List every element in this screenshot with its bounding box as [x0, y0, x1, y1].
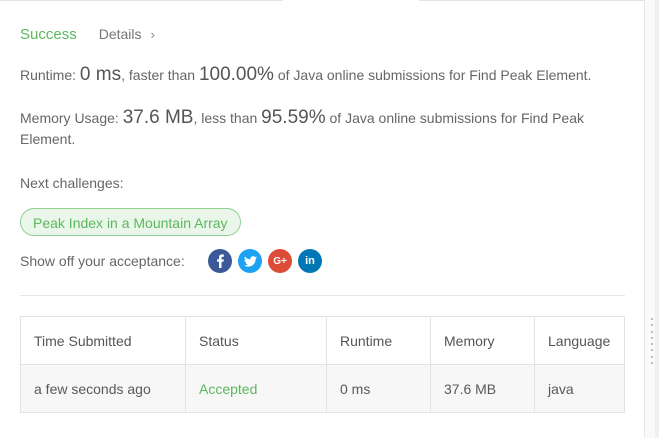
active-tab-indicator [283, 0, 419, 2]
memory-comparison: , less than [193, 110, 262, 126]
facebook-icon[interactable] [208, 249, 232, 273]
column-runtime[interactable]: Runtime [326, 316, 431, 365]
cell-memory: 37.6 MB [430, 364, 535, 413]
memory-stat: Memory Usage: 37.6 MB, less than 95.59% … [20, 107, 620, 150]
linkedin-icon[interactable]: in [298, 249, 322, 273]
google-plus-icon[interactable]: G+ [268, 249, 292, 273]
next-challenges-label: Next challenges: [20, 175, 124, 191]
chevron-right-icon: › [150, 26, 155, 42]
memory-value: 37.6 MB [122, 107, 194, 128]
table-row: a few seconds ago Accepted 0 ms 37.6 MB … [20, 364, 625, 413]
twitter-icon[interactable] [238, 249, 262, 273]
column-language[interactable]: Language [534, 316, 625, 365]
runtime-suffix: of Java online submissions for Find Peak… [273, 67, 592, 83]
right-pane-edge [655, 0, 659, 438]
memory-label: Memory Usage: [20, 110, 123, 126]
runtime-stat: Runtime: 0 ms, faster than 100.00% of Ja… [20, 64, 620, 86]
runtime-value: 0 ms [79, 64, 122, 85]
submission-result-panel: Success Details › Runtime: 0 ms, faster … [0, 0, 659, 438]
section-divider [20, 295, 625, 296]
details-label: Details [98, 26, 142, 42]
details-link[interactable]: Details › [99, 26, 155, 42]
runtime-comparison: , faster than [121, 67, 199, 83]
challenge-link-peak-index[interactable]: Peak Index in a Mountain Array [20, 208, 241, 236]
column-status[interactable]: Status [185, 316, 327, 365]
submissions-table: Time Submitted Status Runtime Memory Lan… [20, 316, 625, 413]
cell-runtime: 0 ms [326, 364, 431, 413]
table-header-row: Time Submitted Status Runtime Memory Lan… [20, 316, 625, 365]
runtime-label: Runtime: [20, 67, 80, 83]
result-status: Success [20, 25, 77, 43]
share-label: Show off your acceptance: [20, 253, 185, 269]
column-time-submitted[interactable]: Time Submitted [20, 316, 186, 365]
accepted-link[interactable]: Accepted [199, 381, 257, 397]
cell-time-submitted: a few seconds ago [20, 364, 186, 413]
pane-resize-handle[interactable] [649, 318, 655, 364]
cell-status: Accepted [185, 364, 327, 413]
share-row: Show off your acceptance: G+ in [20, 249, 328, 273]
runtime-percent: 100.00% [198, 64, 274, 85]
cell-language: java [534, 364, 625, 413]
memory-percent: 95.59% [261, 107, 326, 128]
column-memory[interactable]: Memory [430, 316, 535, 365]
result-header: Success Details › [20, 24, 155, 44]
